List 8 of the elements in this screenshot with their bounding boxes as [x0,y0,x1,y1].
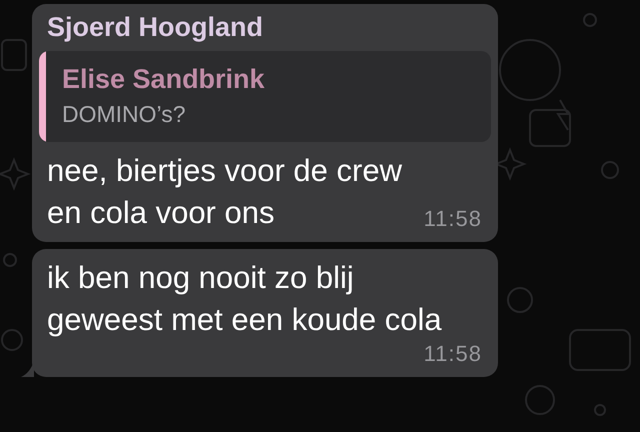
quoted-author: Elise Sandbrink [62,64,265,95]
message-text: ik ben nog nooit zo blij geweest met een koude cola [47,259,442,339]
quoted-message[interactable]: Elise Sandbrink DOMINO’s? [39,51,491,142]
message-time: 11:58 [424,341,482,368]
message-time: 11:58 [424,206,482,233]
message-text: nee, biertjes voor de crew en cola voor ons [47,152,402,232]
sender-name: Sjoerd Hoogland [46,12,264,44]
quoted-text: DOMINO’s? [62,101,187,128]
